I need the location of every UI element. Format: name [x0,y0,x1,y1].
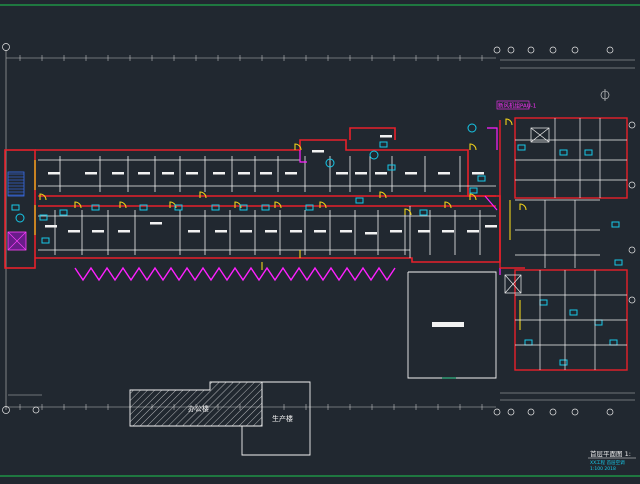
diffuser [369,150,379,160]
room-name-tag [405,172,417,175]
room-name-tag [85,172,97,175]
room-name-tag [365,232,377,235]
door-swing [74,201,82,209]
ahu-tag: 新风机组PAU-1 [498,102,536,110]
room-name-tag [380,135,392,138]
door-swing [274,201,282,209]
equipment-unit [611,221,620,228]
equipment-unit [387,164,396,171]
equipment-unit [477,175,486,182]
door-swing [469,193,477,201]
title-block: 首层平面图 1: XX工程 首层空调 1:100 2018 [588,449,636,472]
building-b-label: 生产楼 [272,414,293,423]
room-name-tag [355,172,367,175]
room-name-tag [240,230,252,233]
room-name-tag [162,172,174,175]
room-name-tag [188,230,200,233]
equipment-unit [559,149,568,156]
room-name-tag [340,230,352,233]
room-name-tag [336,172,348,175]
equipment-unit [524,339,533,346]
room-name-tag [438,172,450,175]
north-arrow-icon [600,89,610,101]
equipment-unit [559,359,568,366]
cad-drawing-canvas[interactable]: 办公楼 生产楼 新风机组PAU-1 首层平面图 1: XX工程 首层空调 1:1… [0,0,640,480]
floor-plan: 办公楼 生产楼 新风机组PAU-1 首层平面图 1: XX工程 首层空调 1:1… [0,4,640,477]
room-name-tag [418,230,430,233]
room-name-tag [238,172,250,175]
room-name-tag [92,230,104,233]
sheet-border [0,4,640,477]
adjacent-building-a [129,381,263,427]
equipment-unit [594,319,603,326]
room-name-tag [68,230,80,233]
door-swing [319,201,327,209]
room-name-tag [215,230,227,233]
sheet-title: 首层平面图 1: [590,449,631,458]
exterior-walls-right-wing [499,117,628,371]
room-name-tag [390,230,402,233]
door-swing [469,143,477,151]
stair-icon [7,171,27,251]
room-name-tag [48,172,60,175]
equipment-unit [41,237,50,244]
duct-zigzag [74,266,396,282]
equipment-unit [11,204,20,211]
equipment-unit [609,339,618,346]
equipment-unit [569,309,578,316]
building-a-label: 办公楼 [188,404,209,413]
door-swing [39,193,47,201]
right-wing-rooms [515,118,627,370]
door-swing [505,118,513,126]
room-name-tag [265,230,277,233]
door-swing [379,191,387,199]
sheet-note-2: 1:100 2018 [590,466,616,472]
diffuser [15,213,25,223]
exterior-walls-left-wing [4,127,501,269]
room-name-tag [472,172,484,175]
door-swing [199,191,207,199]
courtyard-tag [432,322,464,327]
room-name-tag [260,172,272,175]
diffuser [467,123,477,133]
equipment-unit [584,149,593,156]
equipment-unit [419,209,428,216]
equipment-unit [59,209,68,216]
room-name-tag [442,230,454,233]
equipment-unit [469,187,478,194]
equipment-unit [517,144,526,151]
room-name-tag [150,222,162,225]
room-name-tag [467,230,479,233]
equipment-unit [355,197,364,204]
room-name-tag [314,230,326,233]
sheet-note-1: XX工程 首层空调 [590,459,625,466]
room-name-tag [375,172,387,175]
equipment-unit [379,141,388,148]
room-name-tag [485,225,497,228]
room-name-tag [118,230,130,233]
room-name-tag [213,172,225,175]
door-swing [519,203,527,211]
room-name-tag [285,172,297,175]
equipment-unit [539,299,548,306]
equipment-unit [614,259,623,266]
door-swing [119,201,127,209]
room-partitions [38,156,496,258]
room-name-tag [312,150,324,153]
room-name-tag [186,172,198,175]
room-name-tag [138,172,150,175]
room-name-tag [45,225,57,228]
door-swing [444,201,452,209]
room-name-tag [290,230,302,233]
room-name-tag [112,172,124,175]
